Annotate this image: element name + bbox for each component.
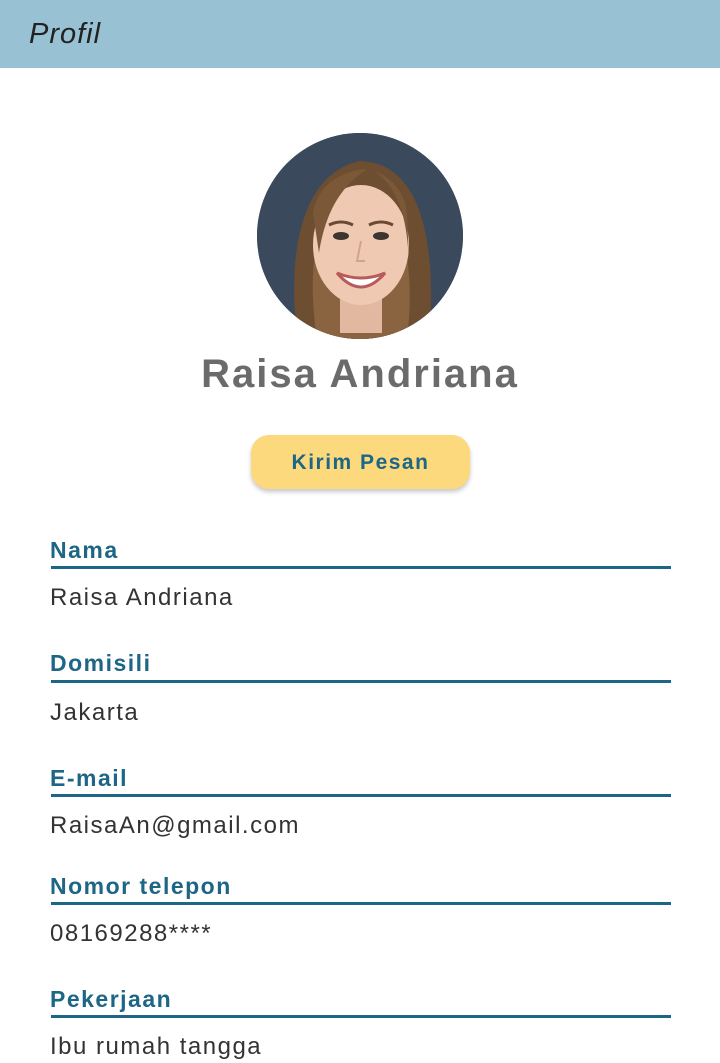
avatar bbox=[257, 133, 463, 339]
field-label-email: E-mail bbox=[50, 765, 129, 791]
field-value-name: Raisa Andriana bbox=[50, 584, 234, 611]
avatar-photo bbox=[257, 133, 463, 339]
field-divider bbox=[51, 566, 671, 569]
profile-screen: Profil Raisa Andriana Kirim Pesan Nama R… bbox=[0, 0, 720, 1063]
send-message-button[interactable]: Kirim Pesan bbox=[251, 435, 470, 489]
page-title: Profil bbox=[29, 18, 102, 50]
field-label-name: Nama bbox=[50, 537, 119, 563]
field-label-phone: Nomor telepon bbox=[50, 873, 232, 899]
field-value-domicile: Jakarta bbox=[50, 699, 140, 726]
field-divider bbox=[51, 902, 671, 905]
field-divider bbox=[51, 680, 671, 683]
profile-name: Raisa Andriana bbox=[201, 352, 519, 396]
field-divider bbox=[51, 794, 671, 797]
field-divider bbox=[51, 1015, 671, 1018]
field-value-occupation: Ibu rumah tangga bbox=[50, 1033, 263, 1060]
field-label-domicile: Domisili bbox=[50, 650, 152, 676]
field-value-email: RaisaAn@gmail.com bbox=[50, 812, 300, 839]
top-app-bar: Profil bbox=[0, 0, 720, 68]
field-value-phone: 08169288**** bbox=[50, 920, 213, 947]
field-label-occupation: Pekerjaan bbox=[50, 986, 173, 1012]
